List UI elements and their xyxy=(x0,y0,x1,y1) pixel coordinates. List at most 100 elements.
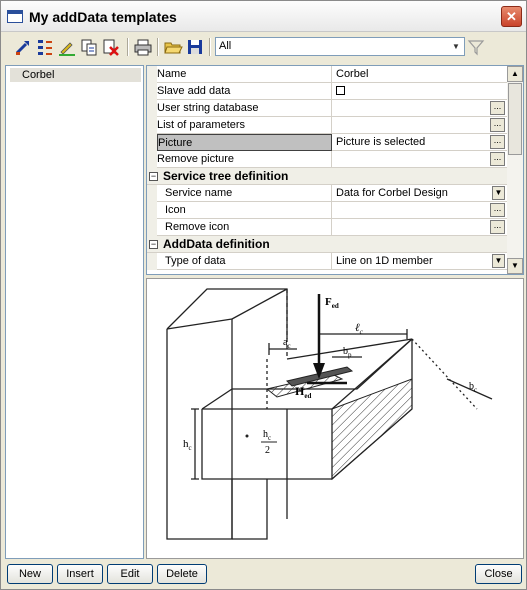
toolbar-separator xyxy=(127,38,129,56)
property-value: ... xyxy=(333,117,507,134)
dropdown-arrow-icon[interactable]: ▼ xyxy=(492,254,505,268)
category-label: AddData definition xyxy=(163,237,270,251)
property-key: Slave add data xyxy=(157,83,332,100)
toolbar-separator xyxy=(157,38,159,56)
property-row-service-name[interactable]: Service name Data for Corbel Design ▼ xyxy=(147,185,507,202)
half-h-numerator: hc xyxy=(263,429,271,442)
filter-icon[interactable] xyxy=(467,38,485,56)
picture-value: Picture is selected xyxy=(336,136,426,148)
property-key: Remove icon xyxy=(157,219,332,236)
row-gutter xyxy=(147,134,157,151)
scrollbar-thumb[interactable] xyxy=(508,83,522,155)
insert-button[interactable]: Insert xyxy=(57,564,103,584)
property-key: Picture xyxy=(157,134,332,151)
filter-value: All xyxy=(219,40,232,52)
property-key: User string database xyxy=(157,100,332,117)
tree-item-corbel[interactable]: Corbel xyxy=(10,68,141,82)
dropdown-arrow-icon[interactable]: ▼ xyxy=(450,40,462,53)
row-gutter xyxy=(147,66,157,83)
property-row-icon[interactable]: Icon ... xyxy=(147,202,507,219)
property-row-user-string-database[interactable]: User string database ... xyxy=(147,100,507,117)
property-row-list-of-parameters[interactable]: List of parameters ... xyxy=(147,117,507,134)
new-button[interactable]: New xyxy=(7,564,53,584)
a-label: ac xyxy=(283,337,291,350)
save-icon[interactable] xyxy=(185,37,205,57)
property-value: Picture is selected... xyxy=(333,134,507,151)
dropdown-arrow-icon[interactable]: ▼ xyxy=(492,186,505,200)
row-gutter xyxy=(147,83,157,100)
category-label: Service tree definition xyxy=(163,169,289,183)
tree-item-label: Corbel xyxy=(22,69,55,81)
open-folder-icon[interactable] xyxy=(163,37,183,57)
collapse-icon[interactable]: − xyxy=(149,172,158,181)
row-gutter xyxy=(147,185,157,202)
row-gutter xyxy=(147,219,157,236)
collapse-icon[interactable]: − xyxy=(149,240,158,249)
title-bar[interactable]: My addData templates ✕ xyxy=(1,1,526,32)
property-value: ... xyxy=(333,219,507,236)
l-label: ℓc xyxy=(355,322,364,336)
window-close-button[interactable]: ✕ xyxy=(501,6,522,27)
property-value: ... xyxy=(333,151,507,168)
copy-icon[interactable] xyxy=(79,37,99,57)
print-icon[interactable] xyxy=(133,37,153,57)
property-key: Type of data xyxy=(157,253,332,270)
property-value: ... xyxy=(333,202,507,219)
filter-select[interactable]: All ▼ xyxy=(215,37,465,56)
property-row-name[interactable]: Name Corbel xyxy=(147,66,507,83)
property-key: Remove picture xyxy=(157,151,332,168)
ellipsis-button[interactable]: ... xyxy=(490,118,505,132)
property-value xyxy=(333,83,507,100)
edit-button[interactable]: Edit xyxy=(107,564,153,584)
row-gutter xyxy=(147,100,157,117)
delete-icon[interactable] xyxy=(101,37,121,57)
close-button[interactable]: Close xyxy=(475,564,522,584)
window-icon xyxy=(7,10,23,23)
property-grid-scrollbar[interactable]: ▲ ▼ xyxy=(507,66,523,274)
property-grid[interactable]: Name Corbel Slave add data User string d… xyxy=(146,65,524,275)
property-row-type-of-data[interactable]: Type of data Line on 1D member ▼ xyxy=(147,253,507,270)
force-label: Fed xyxy=(325,296,339,310)
toolbar: All ▼ xyxy=(5,35,522,61)
property-key: List of parameters xyxy=(157,117,332,134)
type-of-data-value: Line on 1D member xyxy=(336,255,433,267)
corbel-drawing: Fed ac ℓc bp Hed bc hc hc 2 xyxy=(166,288,493,540)
row-gutter xyxy=(147,202,157,219)
template-tree[interactable]: Corbel xyxy=(5,65,144,559)
row-gutter xyxy=(147,117,157,134)
property-row-remove-picture[interactable]: Remove picture ... xyxy=(147,151,507,168)
service-name-value: Data for Corbel Design xyxy=(336,187,448,199)
property-row-slave-add-data[interactable]: Slave add data xyxy=(147,83,507,100)
property-value[interactable]: Line on 1D member ▼ xyxy=(333,253,507,270)
row-gutter xyxy=(147,253,157,270)
category-service-tree[interactable]: − Service tree definition xyxy=(147,168,507,185)
h-c-label: hc xyxy=(183,438,192,452)
arrange-icon[interactable] xyxy=(35,37,55,57)
property-value[interactable]: Data for Corbel Design ▼ xyxy=(333,185,507,202)
new-template-icon[interactable] xyxy=(13,37,33,57)
ellipsis-button[interactable]: ... xyxy=(490,101,505,115)
ellipsis-button[interactable]: ... xyxy=(490,203,505,217)
window-title: My addData templates xyxy=(29,9,177,25)
property-key: Name xyxy=(157,66,332,83)
ellipsis-button[interactable]: ... xyxy=(490,135,505,149)
property-value: ... xyxy=(333,100,507,117)
addData-templates-window: My addData templates ✕ All ▼ Corbel Name… xyxy=(0,0,527,590)
slave-add-data-checkbox[interactable] xyxy=(336,86,345,95)
property-row-picture[interactable]: Picture Picture is selected... xyxy=(147,134,507,151)
edit-icon[interactable] xyxy=(57,37,77,57)
scroll-down-icon[interactable]: ▼ xyxy=(507,258,523,274)
delete-button[interactable]: Delete xyxy=(157,564,207,584)
row-gutter xyxy=(147,151,157,168)
b-c-label: bc xyxy=(469,381,477,394)
category-adddata[interactable]: − AddData definition xyxy=(147,236,507,253)
property-key: Icon xyxy=(157,202,332,219)
property-key: Service name xyxy=(157,185,332,202)
toolbar-separator xyxy=(209,38,211,56)
property-row-remove-icon[interactable]: Remove icon ... xyxy=(147,219,507,236)
template-picture: Fed ac ℓc bp Hed bc hc hc 2 xyxy=(146,278,524,559)
scroll-up-icon[interactable]: ▲ xyxy=(507,66,523,82)
ellipsis-button[interactable]: ... xyxy=(490,152,505,166)
ellipsis-button[interactable]: ... xyxy=(490,220,505,234)
property-value[interactable]: Corbel xyxy=(333,66,507,83)
